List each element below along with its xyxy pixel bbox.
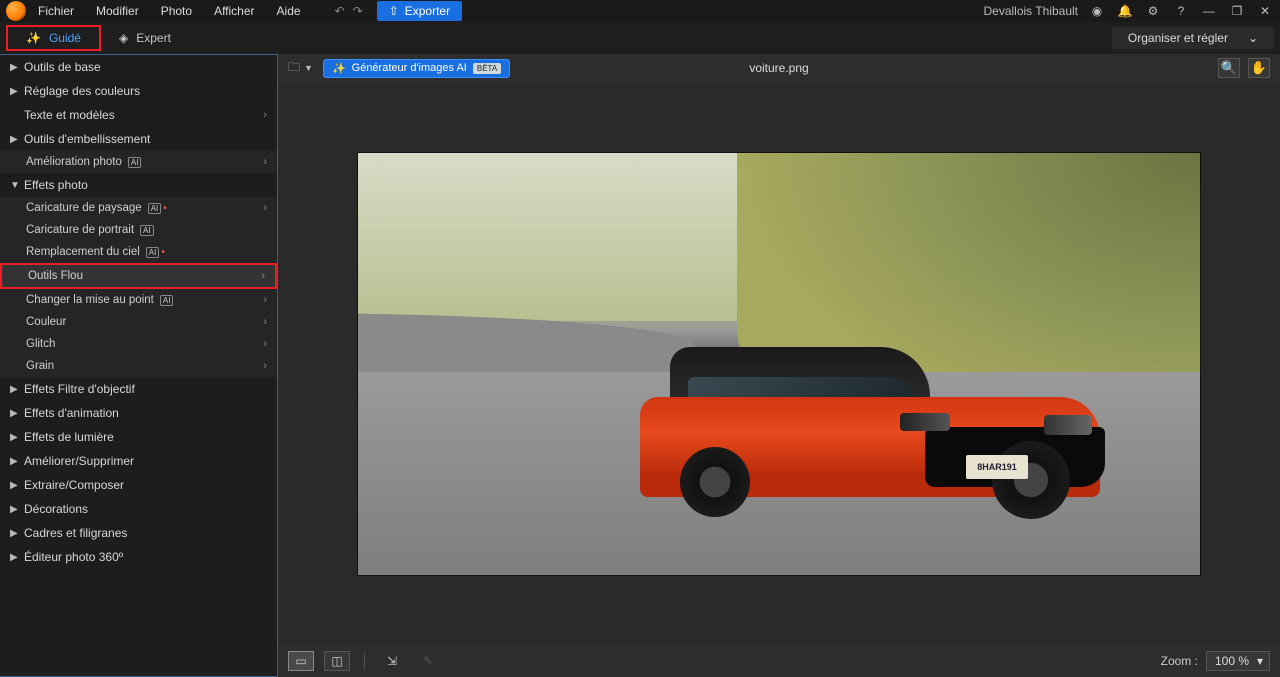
export-icon: ⇧ — [389, 4, 399, 18]
mode-bar: ✨ Guidé ◈ Expert Organiser et régler ⌄ — [0, 22, 1280, 54]
license-plate: 8HAR191 — [966, 455, 1028, 479]
sidebar-photo-effects[interactable]: Effets photo — [0, 173, 277, 197]
titlebar-right: Devallois Thibault ◉ 🔔 ⚙ ? — ❐ ✕ — [984, 2, 1275, 20]
mode-tab-guided[interactable]: ✨ Guidé — [6, 25, 101, 51]
sidebar-lens-filter[interactable]: Effets Filtre d'objectif — [0, 377, 277, 401]
sidebar-basic-tools[interactable]: Outils de base — [0, 55, 277, 79]
help-icon[interactable]: ? — [1172, 2, 1190, 20]
sidebar-beautify[interactable]: Outils d'embellissement — [0, 127, 277, 151]
image-preview: 8HAR191 — [357, 152, 1201, 576]
sidebar-photo-enhance[interactable]: Amélioration photoAI› — [0, 151, 277, 173]
sidebar-extract-compose[interactable]: Extraire/Composer — [0, 473, 277, 497]
sidebar-sky-replace[interactable]: Remplacement du cielAI• — [0, 241, 277, 263]
bell-icon[interactable]: 🔔 — [1116, 2, 1134, 20]
sidebar-decorations[interactable]: Décorations — [0, 497, 277, 521]
view-single-button[interactable]: ▭ — [288, 651, 314, 671]
zoom-label: Zoom : — [1161, 654, 1198, 668]
menu-edit[interactable]: Modifier — [92, 2, 143, 20]
organize-label: Organiser et régler — [1128, 31, 1228, 45]
ai-sparkle-icon: ✨ — [332, 62, 346, 75]
minimize-icon[interactable]: — — [1200, 2, 1218, 20]
chevron-down-icon: ⌄ — [1248, 31, 1258, 45]
sidebar-color-effect[interactable]: Couleur› — [0, 311, 277, 333]
sidebar-text-templates[interactable]: Texte et modèles› — [0, 103, 277, 127]
main-menu: Fichier Modifier Photo Afficher Aide — [34, 2, 305, 20]
canvas-toolbar: 🗀 ▼ ✨ Générateur d'images AI BÊTA voitur… — [278, 54, 1280, 82]
mode-expert-label: Expert — [136, 31, 171, 45]
title-bar: Fichier Modifier Photo Afficher Aide ↶ ↷… — [0, 0, 1280, 22]
menu-photo[interactable]: Photo — [157, 2, 196, 20]
sidebar-focus-change[interactable]: Changer la mise au pointAI› — [0, 289, 277, 311]
sidebar-animation[interactable]: Effets d'animation — [0, 401, 277, 425]
sidebar-blur-tools[interactable]: Outils Flou› — [0, 263, 277, 289]
sidebar-frames[interactable]: Cadres et filigranes — [0, 521, 277, 545]
zoom-select[interactable]: 100 % ▾ — [1206, 651, 1270, 671]
mode-tab-expert[interactable]: ◈ Expert — [101, 27, 189, 49]
ai-badge: AI — [128, 157, 142, 168]
redo-icon[interactable]: ↷ — [353, 4, 363, 18]
car-illustration: 8HAR191 — [640, 317, 1100, 527]
history-controls: ↶ ↷ — [335, 4, 363, 18]
sidebar-portrait-caricature[interactable]: Caricature de portraitAI — [0, 219, 277, 241]
folder-button[interactable]: 🗀 ▼ — [288, 58, 313, 79]
canvas-footer: ▭ ◫ ⇲ ✎ Zoom : 100 % ▾ — [278, 645, 1280, 677]
ai-generator-button[interactable]: ✨ Générateur d'images AI BÊTA — [323, 59, 510, 78]
close-icon[interactable]: ✕ — [1256, 2, 1274, 20]
chevron-down-icon: ▾ — [1257, 654, 1263, 668]
sidebar-color-adjust[interactable]: Réglage des couleurs — [0, 79, 277, 103]
zoom-value: 100 % — [1215, 654, 1249, 668]
zoom-tool-icon[interactable]: 🔍 — [1218, 58, 1240, 78]
sidebar-landscape-caricature[interactable]: Caricature de paysageAI•› — [0, 197, 277, 219]
user-name-label: Devallois Thibault — [984, 4, 1079, 18]
export-button[interactable]: ⇧ Exporter — [377, 1, 462, 21]
menu-help[interactable]: Aide — [273, 2, 305, 20]
sidebar: Outils de base Réglage des couleurs Text… — [0, 54, 278, 677]
beta-badge: BÊTA — [473, 63, 501, 74]
maximize-icon[interactable]: ❐ — [1228, 2, 1246, 20]
organize-button[interactable]: Organiser et régler ⌄ — [1112, 27, 1274, 49]
sidebar-glitch[interactable]: Glitch› — [0, 333, 277, 355]
new-indicator: • — [163, 203, 167, 214]
paint-tool-icon[interactable]: ✎ — [415, 651, 441, 671]
sidebar-grain[interactable]: Grain› — [0, 355, 277, 377]
menu-view[interactable]: Afficher — [210, 2, 258, 20]
wand-icon: ✨ — [26, 31, 41, 45]
mode-guided-label: Guidé — [49, 31, 81, 45]
user-icon[interactable]: ◉ — [1088, 2, 1106, 20]
layers-icon: ◈ — [119, 31, 128, 45]
sidebar-editor-360[interactable]: Éditeur photo 360º — [0, 545, 277, 569]
filename-label: voiture.png — [749, 61, 808, 75]
fit-view-icon[interactable]: ⇲ — [379, 651, 405, 671]
canvas-viewport[interactable]: 8HAR191 — [278, 82, 1280, 645]
sidebar-improve-remove[interactable]: Améliorer/Supprimer — [0, 449, 277, 473]
menu-file[interactable]: Fichier — [34, 2, 78, 20]
pan-tool-icon[interactable]: ✋ — [1248, 58, 1270, 78]
canvas-area: 🗀 ▼ ✨ Générateur d'images AI BÊTA voitur… — [278, 54, 1280, 677]
folder-icon: 🗀 — [288, 58, 300, 79]
export-label: Exporter — [405, 4, 450, 18]
view-compare-button[interactable]: ◫ — [324, 651, 350, 671]
undo-icon[interactable]: ↶ — [335, 4, 345, 18]
gear-icon[interactable]: ⚙ — [1144, 2, 1162, 20]
sidebar-light[interactable]: Effets de lumière — [0, 425, 277, 449]
app-logo — [6, 1, 26, 21]
chevron-down-icon: ▼ — [304, 63, 313, 73]
ai-generator-label: Générateur d'images AI — [352, 62, 467, 74]
